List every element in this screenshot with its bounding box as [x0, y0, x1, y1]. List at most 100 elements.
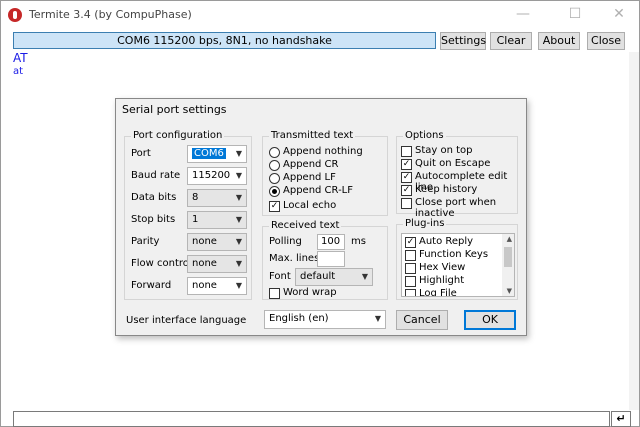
port-value: COM6	[192, 148, 226, 159]
data-bits-value: 8	[192, 192, 199, 203]
local-echo-label: Local echo	[283, 200, 337, 211]
clear-button[interactable]: Clear	[490, 32, 532, 50]
cancel-button[interactable]: Cancel	[396, 310, 448, 330]
append-cr-lf-label: Append CR-LF	[283, 185, 354, 196]
highlight-checkbox[interactable]	[405, 276, 416, 287]
chevron-up-icon[interactable]: ▲	[507, 235, 512, 243]
baud-rate-select[interactable]: 115200 ▼	[187, 167, 247, 185]
word-wrap-label: Word wrap	[283, 287, 337, 298]
window-title: Termite 3.4 (by CompuPhase)	[29, 8, 192, 21]
scrollbar-thumb[interactable]	[504, 247, 512, 267]
serial-port-settings-dialog: Serial port settings Port configuration …	[115, 98, 527, 336]
ui-language-label: User interface language	[126, 315, 247, 326]
chevron-down-icon: ▼	[235, 259, 242, 268]
plugins-scrollbar[interactable]: ▲ ▼	[502, 234, 514, 296]
port-configuration-group: Port configuration Port COM6 ▼ Baud rate …	[124, 130, 252, 300]
append-lf-label: Append LF	[283, 172, 336, 183]
keep-history-checkbox[interactable]: ✓	[401, 185, 412, 196]
chevron-down-icon[interactable]: ▼	[507, 287, 512, 295]
local-echo-checkbox[interactable]: ✓	[269, 201, 280, 212]
ui-language-select[interactable]: English (en) ▼	[264, 310, 386, 329]
hex-view-checkbox[interactable]	[405, 263, 416, 274]
received-text-label: Received text	[269, 220, 342, 231]
connection-status[interactable]: COM6 115200 bps, 8N1, no handshake	[13, 32, 436, 49]
function-keys-checkbox[interactable]	[405, 250, 416, 261]
port-label: Port	[131, 148, 151, 159]
log-file-checkbox[interactable]	[405, 289, 416, 296]
baud-rate-label: Baud rate	[131, 170, 181, 181]
highlight-label: Highlight	[419, 275, 465, 286]
plugins-list[interactable]: ✓ Auto Reply Function Keys Hex View High…	[401, 233, 515, 297]
hex-view-label: Hex View	[419, 262, 466, 273]
settings-button[interactable]: Settings	[440, 32, 486, 50]
command-input[interactable]	[13, 411, 610, 427]
auto-reply-checkbox[interactable]: ✓	[405, 237, 416, 248]
max-lines-input[interactable]	[317, 251, 345, 267]
about-button[interactable]: About	[538, 32, 580, 50]
polling-label: Polling	[269, 236, 302, 247]
function-keys-label: Function Keys	[419, 249, 489, 260]
close-button[interactable]: Close	[587, 32, 625, 50]
quit-on-escape-label: Quit on Escape	[415, 158, 491, 169]
append-nothing-label: Append nothing	[283, 146, 363, 157]
quit-on-escape-checkbox[interactable]: ✓	[401, 159, 412, 170]
flow-control-value: none	[192, 258, 217, 269]
port-select[interactable]: COM6 ▼	[187, 145, 247, 163]
termite-app-icon	[8, 8, 22, 22]
toolbar: COM6 115200 bps, 8N1, no handshake Setti…	[1, 29, 639, 51]
received-text-group: Received text Polling 100 ms Max. lines …	[262, 220, 388, 300]
append-lf-radio[interactable]	[269, 173, 280, 184]
stop-bits-value: 1	[192, 214, 199, 225]
font-value: default	[300, 271, 336, 282]
font-label: Font	[269, 271, 291, 282]
baud-rate-value: 115200	[192, 170, 231, 181]
log-file-label: Log File	[419, 288, 457, 297]
flow-control-label: Flow control	[131, 258, 192, 269]
transmitted-text-label: Transmitted text	[269, 130, 356, 141]
stay-on-top-checkbox[interactable]	[401, 146, 412, 157]
stop-bits-select[interactable]: 1 ▼	[187, 211, 247, 229]
close-port-inactive-checkbox[interactable]	[401, 198, 412, 209]
ok-button[interactable]: OK	[464, 310, 516, 330]
minimize-button[interactable]: —	[501, 3, 545, 25]
close-port-inactive-label: Close port when inactive	[415, 197, 497, 219]
append-cr-radio[interactable]	[269, 160, 280, 171]
plugins-label: Plug-ins	[403, 218, 447, 229]
parity-label: Parity	[131, 236, 160, 247]
plugins-group: Plug-ins ✓ Auto Reply Function Keys Hex …	[396, 218, 518, 300]
chevron-down-icon: ▼	[235, 171, 242, 180]
data-bits-select[interactable]: 8 ▼	[187, 189, 247, 207]
append-cr-lf-radio[interactable]	[269, 186, 280, 197]
word-wrap-checkbox[interactable]	[269, 288, 280, 299]
chevron-down-icon: ▼	[235, 237, 242, 246]
stay-on-top-label: Stay on top	[415, 145, 473, 156]
keep-history-label: Keep history	[415, 184, 478, 195]
close-window-button[interactable]: ✕	[597, 3, 640, 25]
data-bits-label: Data bits	[131, 192, 177, 203]
chevron-down-icon: ▼	[235, 281, 242, 290]
chevron-down-icon: ▼	[235, 215, 242, 224]
autocomplete-checkbox[interactable]: ✓	[401, 172, 412, 183]
parity-value: none	[192, 236, 217, 247]
forward-select[interactable]: none ▼	[187, 277, 247, 295]
chevron-down-icon: ▼	[361, 272, 368, 281]
chevron-down-icon: ▼	[374, 314, 381, 323]
terminal-scrollbar[interactable]	[629, 52, 639, 410]
chevron-down-icon: ▼	[235, 193, 242, 202]
dialog-title: Serial port settings	[122, 103, 227, 116]
font-select[interactable]: default ▼	[295, 268, 373, 286]
termite-window: Termite 3.4 (by CompuPhase) — ☐ ✕ COM6 1…	[0, 0, 640, 427]
max-lines-label: Max. lines	[269, 253, 320, 264]
terminal-line-echo: at	[13, 66, 24, 77]
append-nothing-radio[interactable]	[269, 147, 280, 158]
enter-icon[interactable]: ↵	[611, 411, 631, 427]
options-label: Options	[403, 130, 446, 141]
parity-select[interactable]: none ▼	[187, 233, 247, 251]
transmitted-text-group: Transmitted text Append nothing Append C…	[262, 130, 388, 216]
title-bar: Termite 3.4 (by CompuPhase) — ☐ ✕	[1, 1, 639, 29]
ui-language-value: English (en)	[269, 313, 329, 324]
flow-control-select[interactable]: none ▼	[187, 255, 247, 273]
terminal-line-sent: AT	[13, 51, 28, 65]
polling-input[interactable]: 100	[317, 234, 345, 250]
maximize-button[interactable]: ☐	[553, 3, 597, 25]
